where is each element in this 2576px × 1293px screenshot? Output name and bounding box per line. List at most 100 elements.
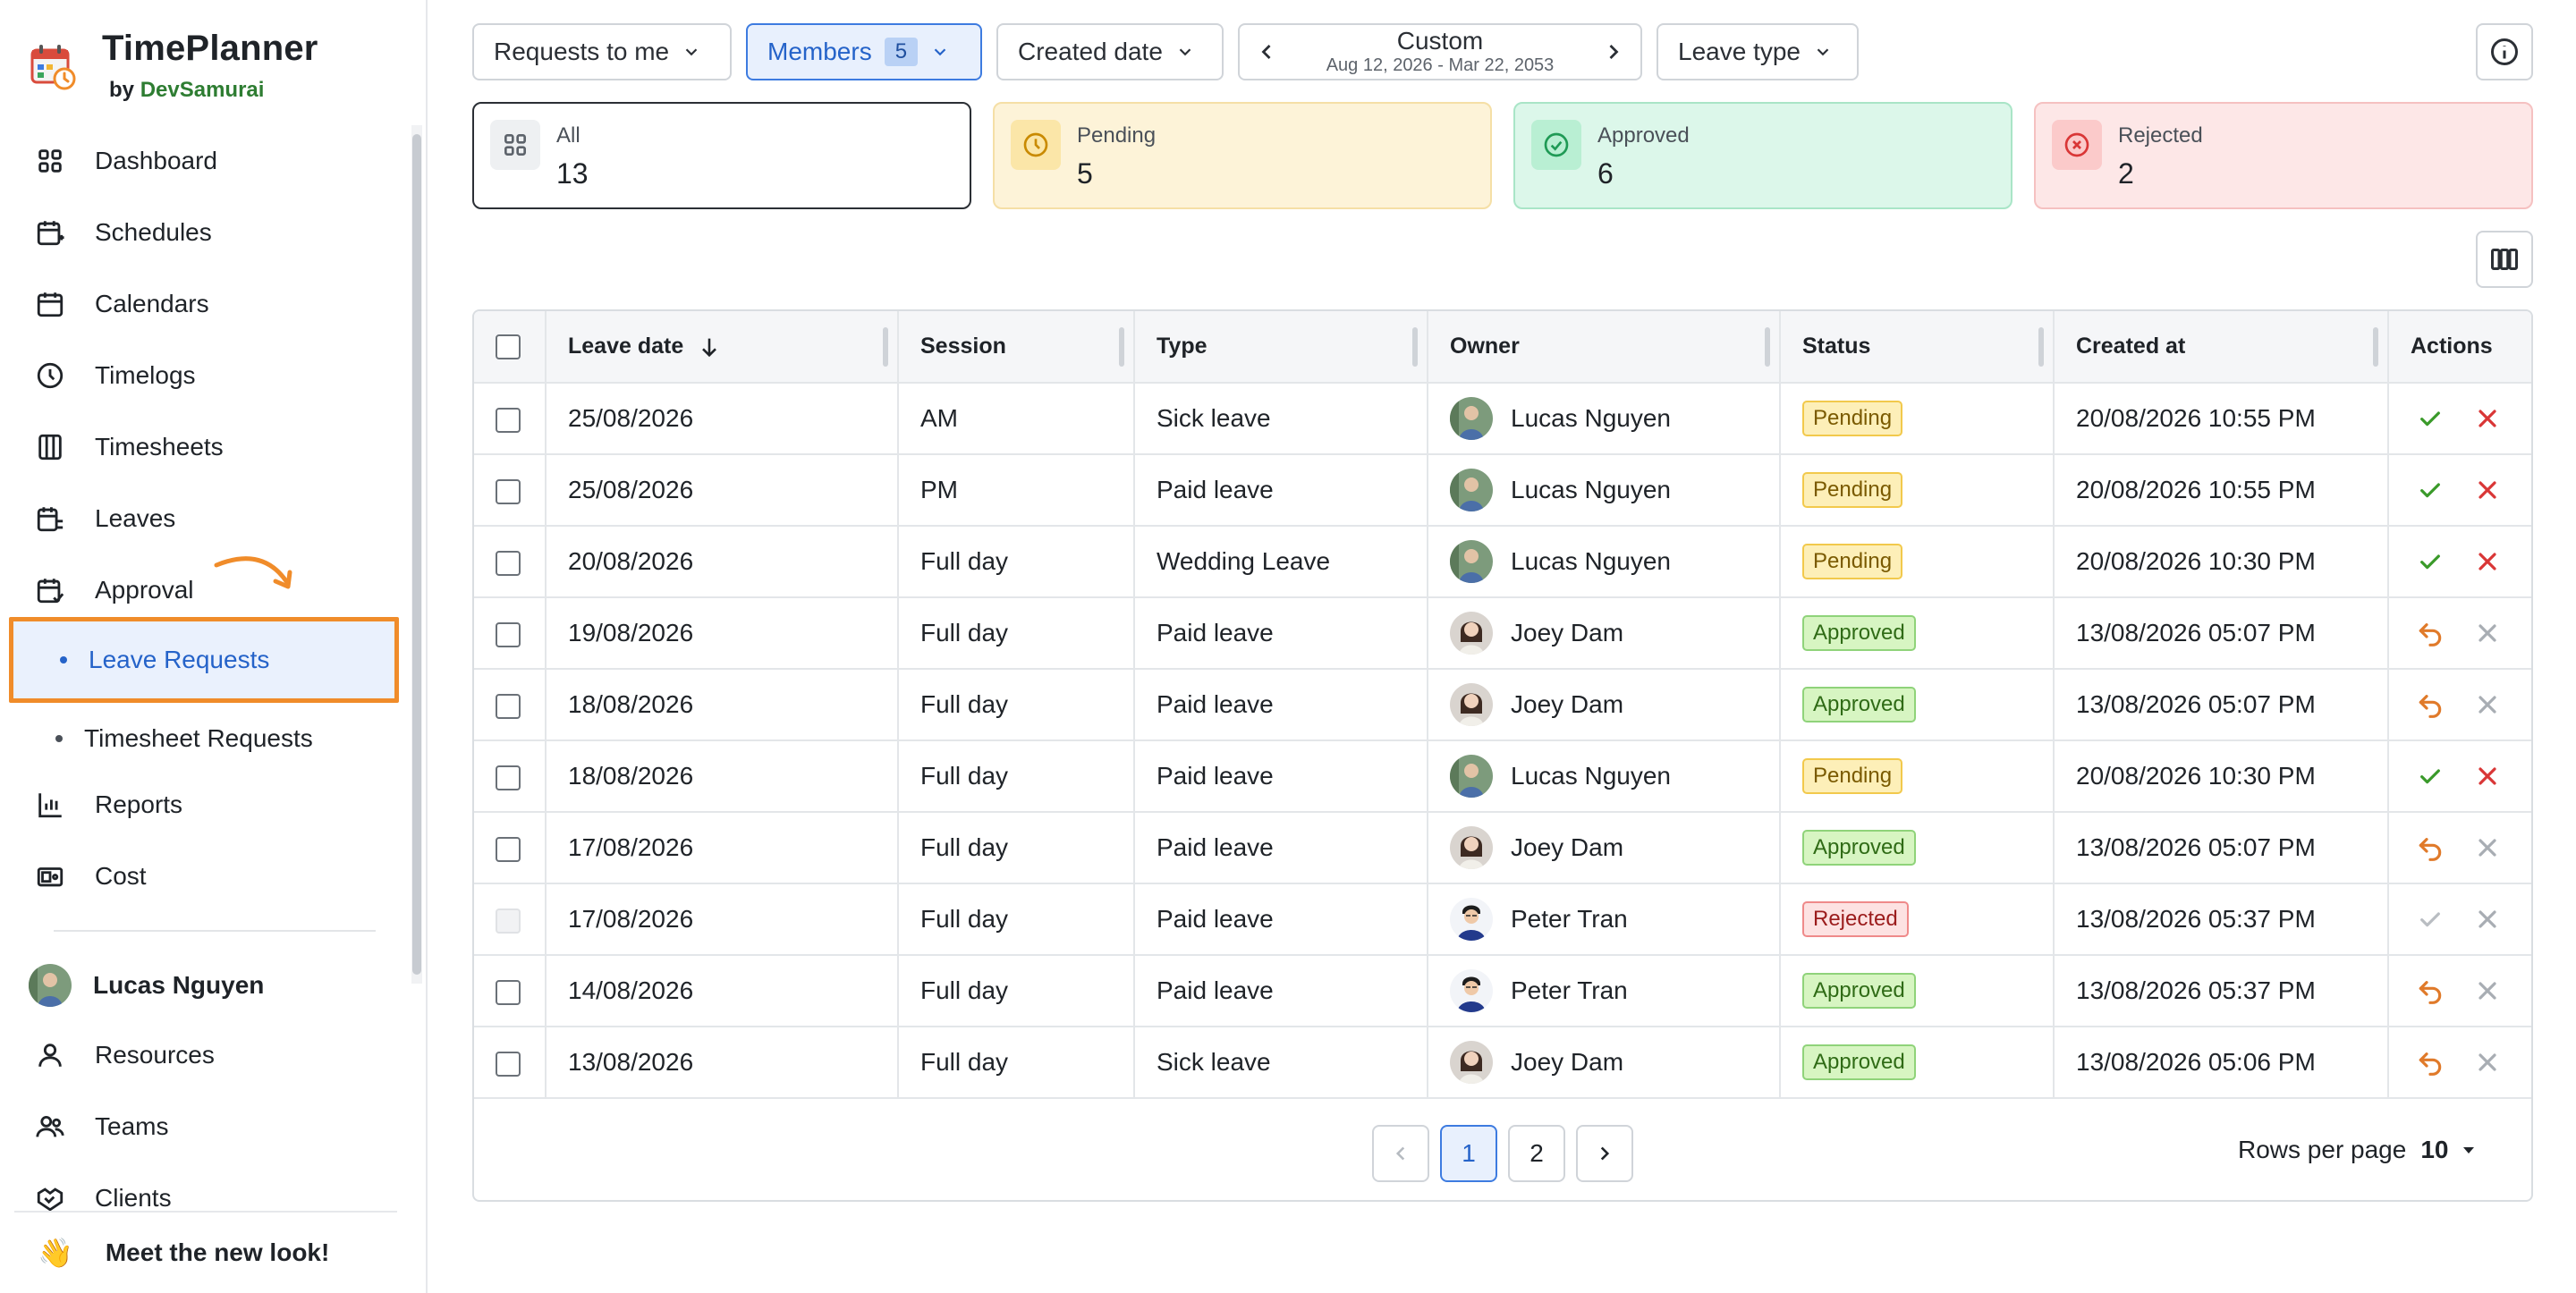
undo-icon[interactable] bbox=[2414, 689, 2446, 721]
sidebar-scrollbar[interactable] bbox=[411, 125, 422, 984]
sidebar-item-schedules[interactable]: Schedules bbox=[0, 197, 410, 268]
row-checkbox[interactable] bbox=[496, 765, 521, 790]
sidebar-user[interactable]: Lucas Nguyen bbox=[29, 959, 264, 1012]
row-checkbox[interactable] bbox=[496, 836, 521, 862]
sidebar-item-teams[interactable]: Teams bbox=[0, 1091, 410, 1162]
reject-icon[interactable] bbox=[2471, 760, 2504, 792]
cell-type: Sick leave bbox=[1134, 1027, 1428, 1099]
header-owner[interactable]: Owner bbox=[1428, 311, 1781, 384]
stat-card-all[interactable]: All 13 bbox=[472, 102, 971, 209]
column-resize-handle[interactable] bbox=[1765, 327, 1770, 367]
sidebar-item-leaves[interactable]: Leaves bbox=[0, 483, 410, 554]
sidebar-item-timelogs[interactable]: Timelogs bbox=[0, 340, 410, 411]
header-status[interactable]: Status bbox=[1780, 311, 2055, 384]
table-row[interactable]: 17/08/2026 Full day Paid leave Joey Dam Appr… bbox=[474, 812, 2531, 884]
table-row[interactable]: 14/08/2026 Full day Paid leave Peter Tran Ap… bbox=[474, 955, 2531, 1027]
header-created-at[interactable]: Created at bbox=[2054, 311, 2389, 384]
cell-session: Full day bbox=[898, 1027, 1135, 1099]
table-row[interactable]: 13/08/2026 Full day Sick leave Joey Dam Appr… bbox=[474, 1027, 2531, 1099]
bullet-icon bbox=[60, 656, 67, 663]
stat-card-approved[interactable]: Approved 6 bbox=[1513, 102, 2012, 209]
column-resize-handle[interactable] bbox=[1412, 327, 1418, 367]
column-resize-handle[interactable] bbox=[2038, 327, 2044, 367]
row-checkbox[interactable] bbox=[496, 693, 521, 719]
scrollbar-thumb[interactable] bbox=[412, 134, 421, 975]
column-resize-handle[interactable] bbox=[1119, 327, 1124, 367]
cell-actions bbox=[2388, 526, 2531, 598]
chevron-left-icon bbox=[1395, 1146, 1405, 1161]
app-by: by DevSamurai bbox=[109, 78, 318, 103]
next-page-button[interactable] bbox=[1576, 1125, 1633, 1182]
undo-icon[interactable] bbox=[2414, 975, 2446, 1007]
sidebar-item-calendars[interactable]: Calendars bbox=[0, 268, 410, 340]
header-leave-date[interactable]: Leave date bbox=[546, 311, 899, 384]
page-button[interactable]: 2 bbox=[1508, 1125, 1565, 1182]
sidebar-item-resources[interactable]: Resources bbox=[0, 1019, 410, 1091]
rows-per-page-select[interactable]: 10 bbox=[2420, 1136, 2448, 1164]
stat-card-rejected[interactable]: Rejected 2 bbox=[2034, 102, 2533, 209]
row-checkbox[interactable] bbox=[496, 407, 521, 433]
row-checkbox[interactable] bbox=[496, 478, 521, 504]
sidebar-divider bbox=[54, 930, 376, 932]
brand[interactable]: TimePlanner by DevSamurai bbox=[29, 29, 318, 103]
reject-icon[interactable] bbox=[2471, 545, 2504, 578]
reject-icon bbox=[2471, 617, 2504, 649]
table-row[interactable]: 25/08/2026 PM Paid leave Lucas Nguyen Pendin… bbox=[474, 454, 2531, 527]
sidebar-item-timesheets[interactable]: Timesheets bbox=[0, 411, 410, 483]
row-checkbox[interactable] bbox=[496, 550, 521, 576]
status-badge: Approved bbox=[1802, 687, 1916, 723]
stat-card-pending[interactable]: Pending 5 bbox=[993, 102, 1492, 209]
cell-status: Approved bbox=[1780, 669, 2055, 741]
table-row[interactable]: 18/08/2026 Full day Paid leave Joey Dam Appr… bbox=[474, 669, 2531, 741]
sidebar-item-reports[interactable]: Reports bbox=[0, 769, 410, 841]
sidebar-item-dashboard[interactable]: Dashboard bbox=[0, 125, 410, 197]
column-settings-button[interactable] bbox=[2476, 231, 2533, 288]
chevron-right-icon[interactable] bbox=[1601, 39, 1626, 64]
cell-owner: Lucas Nguyen bbox=[1428, 526, 1781, 598]
avatar bbox=[1450, 898, 1493, 941]
cell-owner: Lucas Nguyen bbox=[1428, 740, 1781, 813]
reject-icon[interactable] bbox=[2471, 402, 2504, 435]
approve-icon[interactable] bbox=[2414, 474, 2446, 506]
requests-filter[interactable]: Requests to me bbox=[472, 23, 732, 80]
stat-label: Approved bbox=[1597, 123, 1690, 148]
column-resize-handle[interactable] bbox=[2373, 327, 2378, 367]
row-checkbox[interactable] bbox=[496, 979, 521, 1005]
cell-status: Approved bbox=[1780, 1027, 2055, 1099]
reject-icon[interactable] bbox=[2471, 474, 2504, 506]
header-type[interactable]: Type bbox=[1134, 311, 1428, 384]
leave-type-filter[interactable]: Leave type bbox=[1657, 23, 1859, 80]
info-button[interactable] bbox=[2476, 23, 2533, 80]
undo-icon[interactable] bbox=[2414, 832, 2446, 864]
cell-leave-date: 14/08/2026 bbox=[546, 955, 899, 1027]
table-row[interactable]: 17/08/2026 Full day Paid leave Peter Tran Re… bbox=[474, 883, 2531, 956]
created-date-filter[interactable]: Created date bbox=[996, 23, 1224, 80]
undo-icon[interactable] bbox=[2414, 1046, 2446, 1078]
table-row[interactable]: 25/08/2026 AM Sick leave Lucas Nguyen Pendin… bbox=[474, 383, 2531, 455]
cell-session: Full day bbox=[898, 526, 1135, 598]
caret-down-icon[interactable] bbox=[2458, 1139, 2479, 1161]
row-select-cell bbox=[474, 1027, 547, 1099]
select-all-checkbox[interactable] bbox=[496, 334, 521, 360]
sidebar-item-cost[interactable]: Cost bbox=[0, 841, 410, 912]
header-session[interactable]: Session bbox=[898, 311, 1135, 384]
table-row[interactable]: 19/08/2026 Full day Paid leave Joey Dam Appr… bbox=[474, 597, 2531, 670]
prev-page-button[interactable] bbox=[1372, 1125, 1429, 1182]
cell-actions bbox=[2388, 454, 2531, 527]
approve-icon[interactable] bbox=[2414, 402, 2446, 435]
approve-icon[interactable] bbox=[2414, 760, 2446, 792]
sidebar-subitem-leave-requests[interactable]: Leave Requests bbox=[9, 617, 399, 703]
new-look-banner[interactable]: 👋 Meet the new look! bbox=[14, 1211, 397, 1293]
column-resize-handle[interactable] bbox=[883, 327, 888, 367]
table-row[interactable]: 18/08/2026 Full day Paid leave Lucas Nguyen… bbox=[474, 740, 2531, 813]
row-checkbox[interactable] bbox=[496, 1051, 521, 1077]
undo-icon[interactable] bbox=[2414, 617, 2446, 649]
row-checkbox[interactable] bbox=[496, 621, 521, 647]
members-filter[interactable]: Members 5 bbox=[746, 23, 982, 80]
table-row[interactable]: 20/08/2026 Full day Wedding Leave Lucas Ngu… bbox=[474, 526, 2531, 598]
page-button[interactable]: 1 bbox=[1440, 1125, 1497, 1182]
chevron-left-icon[interactable] bbox=[1254, 39, 1279, 64]
date-range-display[interactable]: Custom Aug 12, 2026 - Mar 22, 2053 bbox=[1326, 28, 1555, 76]
sidebar-item-approval[interactable]: Approval bbox=[0, 554, 410, 626]
approve-icon[interactable] bbox=[2414, 545, 2446, 578]
